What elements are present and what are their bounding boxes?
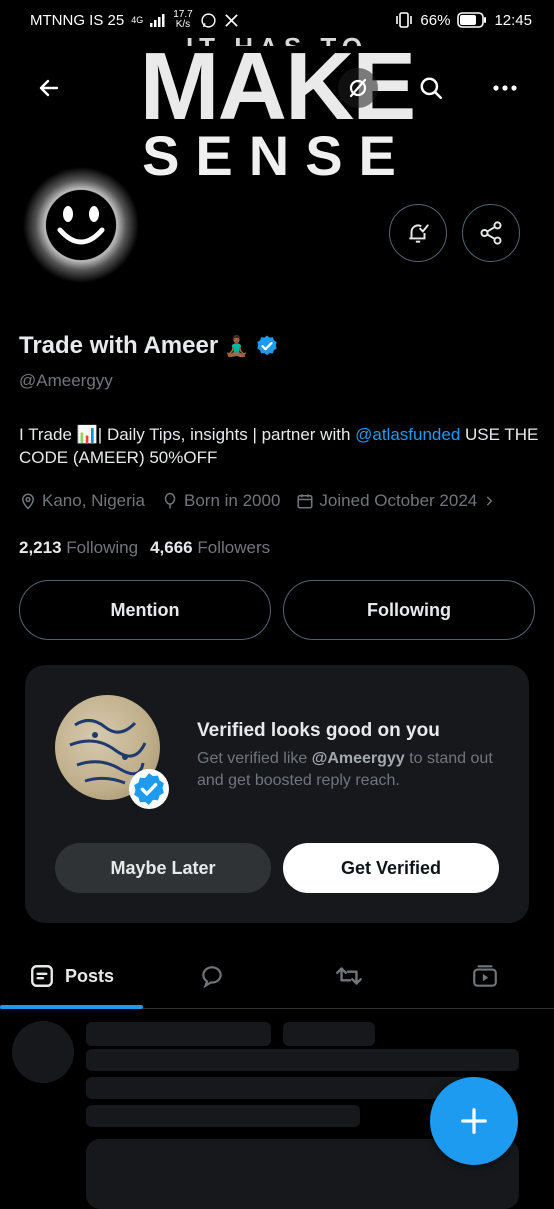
chevron-right-icon (487, 496, 493, 506)
joined-item[interactable]: Joined October 2024 (296, 491, 496, 511)
back-button[interactable] (29, 68, 69, 108)
profile-handle: @Ameergyy (19, 371, 113, 390)
following-stat[interactable]: 2,213 Following (19, 538, 138, 558)
grok-button[interactable] (338, 68, 378, 108)
search-button[interactable] (411, 68, 451, 108)
whatsapp-icon (201, 12, 216, 28)
skeleton-line (86, 1077, 481, 1099)
tab-active-indicator (0, 1005, 143, 1009)
smiley-avatar-image (23, 167, 139, 283)
bell-check-icon (409, 224, 429, 243)
battery-percent: 66% (420, 11, 451, 29)
skeleton-line (86, 1105, 360, 1127)
more-dots-icon (493, 85, 517, 91)
share-icon (480, 221, 502, 245)
arrow-left-icon (39, 79, 59, 97)
tab-posts[interactable]: Posts (0, 946, 143, 1006)
notifications-button[interactable] (389, 204, 447, 262)
skeleton-line (86, 1022, 271, 1046)
following-button[interactable]: Following (283, 580, 535, 640)
card-title: Verified looks good on you (197, 720, 440, 741)
search-icon (420, 77, 442, 99)
more-button[interactable] (485, 68, 525, 108)
location-item: Kano, Nigeria (19, 491, 145, 511)
carrier-label: MTNNG IS 25 (30, 11, 125, 29)
battery-icon (457, 12, 487, 28)
network-type: 4G (131, 14, 144, 25)
display-name: Trade with Ameer (19, 332, 219, 359)
verified-promo-card: Verified looks good on you Get verified … (25, 665, 529, 923)
share-button[interactable] (462, 204, 520, 262)
profile-name: Trade with Ameer 🧘🏾‍♂️ (19, 332, 279, 360)
card-description: Get verified like @Ameergyy to stand out… (197, 750, 493, 789)
location-pin-icon (21, 493, 35, 510)
skeleton-line (86, 1049, 519, 1071)
tab-media[interactable] (465, 946, 505, 1006)
status-bar: MTNNG IS 25 4G 17.7 K/s 66% 12:45 (0, 0, 554, 40)
signal-icon (150, 13, 165, 27)
profile-avatar[interactable] (18, 162, 144, 288)
birth-item: Born in 2000 (161, 491, 280, 511)
follow-stats: 2,213 Following 4,666 Followers (19, 538, 270, 558)
profile-meta: Kano, Nigeria Born in 2000 Joined Octobe… (19, 491, 496, 511)
repost-icon (336, 967, 362, 985)
tab-reposts[interactable] (329, 946, 369, 1006)
followers-stat[interactable]: 4,666 Followers (150, 538, 270, 558)
x-logo-icon (224, 13, 238, 27)
maybe-later-button[interactable]: Maybe Later (55, 843, 271, 893)
reply-bubble-icon (202, 966, 222, 989)
verified-badge-icon[interactable] (255, 334, 279, 358)
bio-mention-link[interactable]: @atlasfunded (355, 425, 460, 444)
mention-button[interactable]: Mention (19, 580, 271, 640)
get-verified-button[interactable]: Get Verified (283, 843, 499, 893)
profile-tabs: Posts (0, 946, 554, 1009)
media-icon (473, 965, 497, 987)
calendar-icon (297, 494, 313, 509)
network-speed: 17.7 K/s (173, 9, 193, 30)
card-verified-badge-icon (129, 769, 169, 809)
plus-icon (461, 1108, 487, 1134)
profile-bio: I Trade 📊| Daily Tips, insights | partne… (19, 425, 539, 467)
skeleton-line (283, 1022, 375, 1046)
vibrate-icon (396, 12, 413, 28)
clock: 12:45 (494, 11, 532, 29)
tab-replies[interactable] (192, 946, 232, 1006)
skeleton-avatar (12, 1021, 74, 1083)
balloon-icon (164, 492, 176, 509)
posts-icon (31, 965, 53, 987)
banner-text-make: MAKE (139, 33, 417, 140)
grok-icon (349, 78, 367, 98)
compose-post-button[interactable] (430, 1077, 518, 1165)
name-emoji: 🧘🏾‍♂️ (224, 335, 250, 358)
